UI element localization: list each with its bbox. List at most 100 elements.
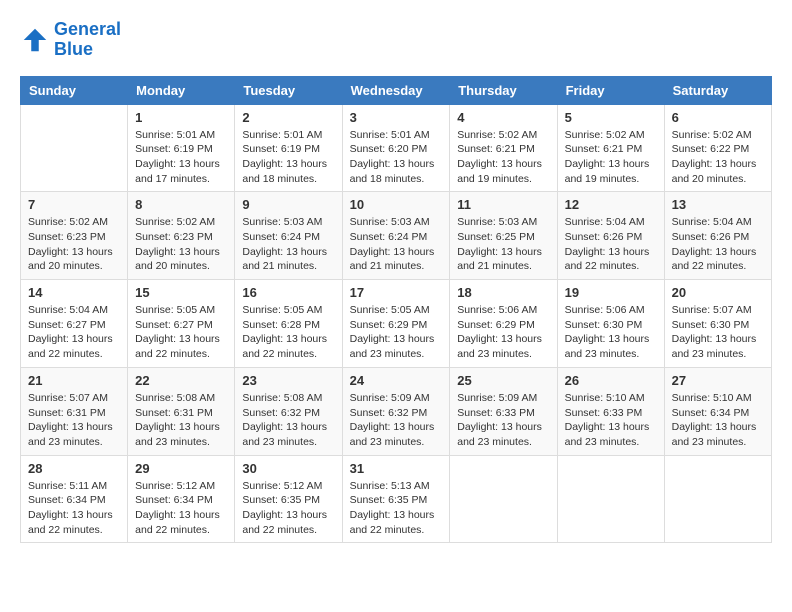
day-detail: Sunrise: 5:02 AMSunset: 6:22 PMDaylight:… — [672, 128, 764, 187]
day-number: 28 — [28, 461, 120, 476]
day-detail: Sunrise: 5:01 AMSunset: 6:20 PMDaylight:… — [350, 128, 443, 187]
calendar-cell: 20 Sunrise: 5:07 AMSunset: 6:30 PMDayligh… — [664, 280, 771, 368]
day-detail: Sunrise: 5:02 AMSunset: 6:21 PMDaylight:… — [565, 128, 657, 187]
day-number: 24 — [350, 373, 443, 388]
calendar-header-row: SundayMondayTuesdayWednesdayThursdayFrid… — [21, 76, 772, 104]
day-number: 13 — [672, 197, 764, 212]
calendar-cell: 15 Sunrise: 5:05 AMSunset: 6:27 PMDayligh… — [128, 280, 235, 368]
header-saturday: Saturday — [664, 76, 771, 104]
day-number: 1 — [135, 110, 227, 125]
calendar-cell: 29Sunrise: 5:12 AMSunset: 6:34 PMDayligh… — [128, 455, 235, 543]
day-detail: Sunrise: 5:13 AMSunset: 6:35 PMDaylight:… — [350, 479, 443, 538]
day-detail: Sunrise: 5:06 AMSunset: 6:29 PMDaylight:… — [457, 303, 549, 362]
header-tuesday: Tuesday — [235, 76, 342, 104]
calendar-cell — [664, 455, 771, 543]
logo-icon — [20, 25, 50, 55]
calendar-cell: 22 Sunrise: 5:08 AMSunset: 6:31 PMDayligh… — [128, 367, 235, 455]
day-number: 3 — [350, 110, 443, 125]
day-detail: Sunrise: 5:08 AMSunset: 6:31 PMDaylight:… — [135, 391, 227, 450]
calendar-cell: 13Sunrise: 5:04 AMSunset: 6:26 PMDayligh… — [664, 192, 771, 280]
day-detail: Sunrise: 5:01 AMSunset: 6:19 PMDaylight:… — [135, 128, 227, 187]
calendar-cell: 10Sunrise: 5:03 AMSunset: 6:24 PMDayligh… — [342, 192, 450, 280]
day-number: 10 — [350, 197, 443, 212]
calendar-cell: 17 Sunrise: 5:05 AMSunset: 6:29 PMDayligh… — [342, 280, 450, 368]
calendar-cell: 7 Sunrise: 5:02 AMSunset: 6:23 PMDaylight… — [21, 192, 128, 280]
day-number: 5 — [565, 110, 657, 125]
day-number: 15 — [135, 285, 227, 300]
day-number: 19 — [565, 285, 657, 300]
day-number: 29 — [135, 461, 227, 476]
calendar-cell: 14 Sunrise: 5:04 AMSunset: 6:27 PMDayligh… — [21, 280, 128, 368]
day-detail: Sunrise: 5:02 AMSunset: 6:21 PMDaylight:… — [457, 128, 549, 187]
day-detail: Sunrise: 5:06 AMSunset: 6:30 PMDaylight:… — [565, 303, 657, 362]
day-number: 14 — [28, 285, 120, 300]
header-friday: Friday — [557, 76, 664, 104]
header-sunday: Sunday — [21, 76, 128, 104]
day-detail: Sunrise: 5:11 AMSunset: 6:34 PMDaylight:… — [28, 479, 120, 538]
calendar-cell: 1 Sunrise: 5:01 AMSunset: 6:19 PMDaylight… — [128, 104, 235, 192]
calendar-cell: 19 Sunrise: 5:06 AMSunset: 6:30 PMDayligh… — [557, 280, 664, 368]
day-detail: Sunrise: 5:04 AMSunset: 6:27 PMDaylight:… — [28, 303, 120, 362]
day-number: 27 — [672, 373, 764, 388]
day-detail: Sunrise: 5:07 AMSunset: 6:30 PMDaylight:… — [672, 303, 764, 362]
header-thursday: Thursday — [450, 76, 557, 104]
calendar-cell: 21 Sunrise: 5:07 AMSunset: 6:31 PMDayligh… — [21, 367, 128, 455]
day-number: 8 — [135, 197, 227, 212]
day-number: 6 — [672, 110, 764, 125]
calendar-week-2: 7 Sunrise: 5:02 AMSunset: 6:23 PMDaylight… — [21, 192, 772, 280]
calendar-cell: 30Sunrise: 5:12 AMSunset: 6:35 PMDayligh… — [235, 455, 342, 543]
day-detail: Sunrise: 5:05 AMSunset: 6:29 PMDaylight:… — [350, 303, 443, 362]
calendar-cell: 26 Sunrise: 5:10 AMSunset: 6:33 PMDayligh… — [557, 367, 664, 455]
day-number: 12 — [565, 197, 657, 212]
day-detail: Sunrise: 5:07 AMSunset: 6:31 PMDaylight:… — [28, 391, 120, 450]
day-detail: Sunrise: 5:02 AMSunset: 6:23 PMDaylight:… — [28, 215, 120, 274]
calendar-week-3: 14 Sunrise: 5:04 AMSunset: 6:27 PMDayligh… — [21, 280, 772, 368]
calendar-cell: 23 Sunrise: 5:08 AMSunset: 6:32 PMDayligh… — [235, 367, 342, 455]
day-number: 9 — [242, 197, 334, 212]
calendar-cell — [21, 104, 128, 192]
logo: General Blue — [20, 20, 121, 60]
calendar-cell: 31 Sunrise: 5:13 AMSunset: 6:35 PMDayligh… — [342, 455, 450, 543]
header-wednesday: Wednesday — [342, 76, 450, 104]
calendar-cell: 27 Sunrise: 5:10 AMSunset: 6:34 PMDayligh… — [664, 367, 771, 455]
day-number: 4 — [457, 110, 549, 125]
day-detail: Sunrise: 5:10 AMSunset: 6:33 PMDaylight:… — [565, 391, 657, 450]
day-number: 26 — [565, 373, 657, 388]
calendar-cell: 9 Sunrise: 5:03 AMSunset: 6:24 PMDaylight… — [235, 192, 342, 280]
day-number: 31 — [350, 461, 443, 476]
calendar-cell: 28 Sunrise: 5:11 AMSunset: 6:34 PMDayligh… — [21, 455, 128, 543]
day-number: 7 — [28, 197, 120, 212]
day-number: 21 — [28, 373, 120, 388]
day-number: 11 — [457, 197, 549, 212]
calendar-cell: 4 Sunrise: 5:02 AMSunset: 6:21 PMDaylight… — [450, 104, 557, 192]
day-detail: Sunrise: 5:01 AMSunset: 6:19 PMDaylight:… — [242, 128, 334, 187]
day-detail: Sunrise: 5:09 AMSunset: 6:33 PMDaylight:… — [457, 391, 549, 450]
day-detail: Sunrise: 5:03 AMSunset: 6:25 PMDaylight:… — [457, 215, 549, 274]
day-number: 2 — [242, 110, 334, 125]
day-detail: Sunrise: 5:02 AMSunset: 6:23 PMDaylight:… — [135, 215, 227, 274]
calendar-cell: 11 Sunrise: 5:03 AMSunset: 6:25 PMDayligh… — [450, 192, 557, 280]
calendar-week-4: 21 Sunrise: 5:07 AMSunset: 6:31 PMDayligh… — [21, 367, 772, 455]
day-detail: Sunrise: 5:09 AMSunset: 6:32 PMDaylight:… — [350, 391, 443, 450]
calendar-week-1: 1 Sunrise: 5:01 AMSunset: 6:19 PMDaylight… — [21, 104, 772, 192]
calendar-cell: 18 Sunrise: 5:06 AMSunset: 6:29 PMDayligh… — [450, 280, 557, 368]
calendar-cell — [450, 455, 557, 543]
calendar-cell: 25 Sunrise: 5:09 AMSunset: 6:33 PMDayligh… — [450, 367, 557, 455]
calendar-cell: 24 Sunrise: 5:09 AMSunset: 6:32 PMDayligh… — [342, 367, 450, 455]
day-detail: Sunrise: 5:10 AMSunset: 6:34 PMDaylight:… — [672, 391, 764, 450]
day-number: 25 — [457, 373, 549, 388]
day-detail: Sunrise: 5:05 AMSunset: 6:27 PMDaylight:… — [135, 303, 227, 362]
calendar-week-5: 28 Sunrise: 5:11 AMSunset: 6:34 PMDayligh… — [21, 455, 772, 543]
logo-text: General Blue — [54, 20, 121, 60]
day-number: 23 — [242, 373, 334, 388]
day-number: 20 — [672, 285, 764, 300]
day-number: 17 — [350, 285, 443, 300]
calendar-cell: 12Sunrise: 5:04 AMSunset: 6:26 PMDayligh… — [557, 192, 664, 280]
day-detail: Sunrise: 5:03 AMSunset: 6:24 PMDaylight:… — [242, 215, 334, 274]
calendar-cell — [557, 455, 664, 543]
day-detail: Sunrise: 5:08 AMSunset: 6:32 PMDaylight:… — [242, 391, 334, 450]
calendar-table: SundayMondayTuesdayWednesdayThursdayFrid… — [20, 76, 772, 544]
day-number: 18 — [457, 285, 549, 300]
calendar-cell: 6 Sunrise: 5:02 AMSunset: 6:22 PMDaylight… — [664, 104, 771, 192]
day-number: 22 — [135, 373, 227, 388]
